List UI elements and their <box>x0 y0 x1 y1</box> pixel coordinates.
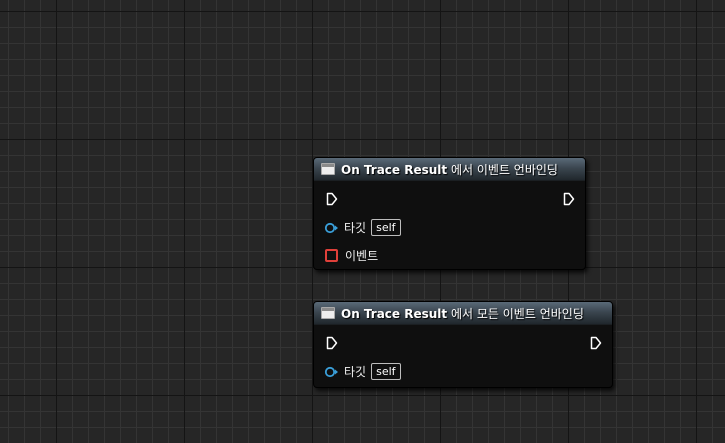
exec-input-pin[interactable] <box>326 336 338 350</box>
target-self-badge: self <box>371 219 401 236</box>
node-title: On Trace Result 에서 모든 이벤트 언바인딩 <box>341 306 584 321</box>
target-self-badge: self <box>371 363 401 380</box>
function-icon <box>321 163 335 175</box>
exec-output-pin[interactable] <box>590 336 602 350</box>
target-pin-row: 타깃 self <box>324 219 401 236</box>
delegate-pin-icon[interactable] <box>325 249 338 262</box>
object-pin-icon[interactable] <box>324 222 339 234</box>
object-pin-icon[interactable] <box>324 366 339 378</box>
node-title: On Trace Result 에서 이벤트 언바인딩 <box>341 162 558 177</box>
exec-input-pin[interactable] <box>326 192 338 206</box>
target-label: 타깃 <box>344 365 367 379</box>
node-header[interactable]: On Trace Result 에서 모든 이벤트 언바인딩 <box>314 302 612 325</box>
event-pin-row: 이벤트 <box>324 247 378 264</box>
unbind-event-node[interactable]: On Trace Result 에서 이벤트 언바인딩 타깃 self 이벤트 <box>313 157 586 270</box>
event-label: 이벤트 <box>345 249 379 263</box>
node-header[interactable]: On Trace Result 에서 이벤트 언바인딩 <box>314 158 585 181</box>
exec-output-pin[interactable] <box>563 192 575 206</box>
target-pin-row: 타깃 self <box>324 363 401 380</box>
unbind-all-events-node[interactable]: On Trace Result 에서 모든 이벤트 언바인딩 타깃 self <box>313 301 613 388</box>
target-label: 타깃 <box>344 221 367 235</box>
function-icon <box>321 307 335 319</box>
